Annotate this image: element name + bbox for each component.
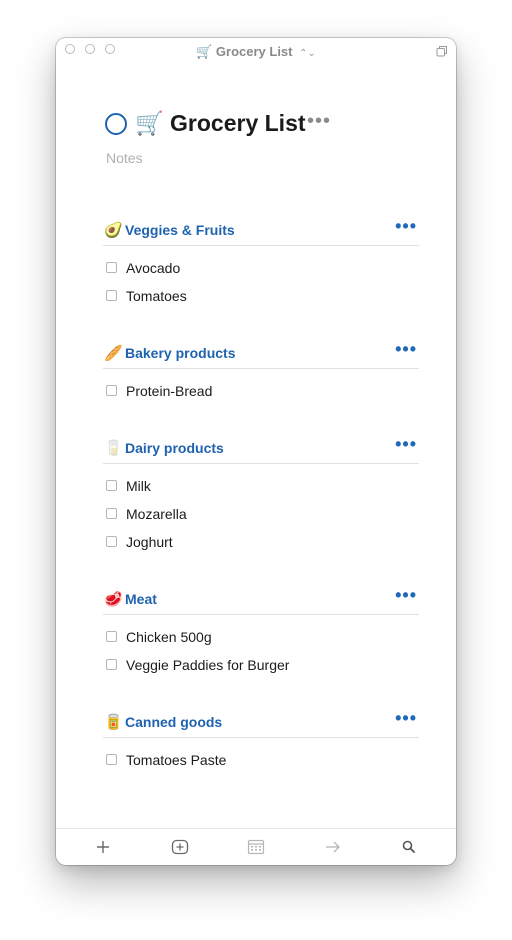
todo-item[interactable]: Milk — [103, 472, 419, 500]
plus-icon[interactable] — [93, 837, 113, 857]
new-window-icon[interactable] — [436, 45, 448, 57]
section: 🥑 Veggies & Fruits ••• Avocado Tomatoes — [103, 216, 419, 310]
section-more-button[interactable]: ••• — [395, 434, 417, 455]
todo-checkbox[interactable] — [106, 385, 117, 396]
section-emoji-icon: 🥑 — [104, 222, 123, 239]
bottom-toolbar — [56, 828, 456, 865]
section-title[interactable]: Meat — [125, 591, 157, 607]
search-icon[interactable] — [399, 837, 419, 857]
section-title[interactable]: Canned goods — [125, 714, 222, 730]
section-emoji-icon: 🥛 — [104, 440, 123, 457]
todo-item[interactable]: Avocado — [103, 254, 419, 282]
todo-item[interactable]: Tomatoes Paste — [103, 746, 419, 774]
project-more-button[interactable]: ••• — [307, 110, 331, 133]
project-complete-checkbox[interactable] — [105, 113, 127, 135]
window-title-text: Grocery List — [215, 44, 293, 59]
section-header[interactable]: 🥖 Bakery products ••• — [103, 339, 419, 369]
todo-label: Joghurt — [126, 534, 173, 550]
todo-item[interactable]: Protein-Bread — [103, 377, 419, 405]
todo-label: Tomatoes — [126, 288, 187, 304]
add-checklist-icon[interactable] — [170, 837, 190, 857]
todo-item[interactable]: Mozarella — [103, 500, 419, 528]
arrow-right-icon[interactable] — [323, 837, 343, 857]
todo-label: Tomatoes Paste — [126, 752, 227, 768]
todo-item[interactable]: Tomatoes — [103, 282, 419, 310]
section-title[interactable]: Veggies & Fruits — [125, 222, 235, 238]
section-more-button[interactable]: ••• — [395, 216, 417, 237]
todo-label: Chicken 500g — [126, 629, 212, 645]
todo-checkbox[interactable] — [106, 508, 117, 519]
todo-label: Protein-Bread — [126, 383, 213, 399]
todo-item[interactable]: Chicken 500g — [103, 623, 419, 651]
notes-field[interactable]: Notes — [106, 150, 143, 166]
todo-item[interactable]: Veggie Paddies for Burger — [103, 651, 419, 679]
todo-label: Mozarella — [126, 506, 187, 522]
todo-checkbox[interactable] — [106, 754, 117, 765]
project-title[interactable]: 🛒 Grocery List — [135, 110, 306, 137]
section-header[interactable]: 🥫 Canned goods ••• — [103, 708, 419, 738]
app-window: 🛒 Grocery List ⌃⌄ 🛒 Grocery List ••• Not… — [56, 38, 456, 865]
chevron-updown-icon: ⌃⌄ — [299, 48, 316, 59]
todo-checkbox[interactable] — [106, 290, 117, 301]
section-title[interactable]: Dairy products — [125, 440, 224, 456]
todo-label: Veggie Paddies for Burger — [126, 657, 290, 673]
section: 🥩 Meat ••• Chicken 500g Veggie Paddies for B… — [103, 585, 419, 679]
todo-checkbox[interactable] — [106, 262, 117, 273]
section-emoji-icon: 🥖 — [104, 345, 123, 362]
todo-item[interactable]: Joghurt — [103, 528, 419, 556]
titlebar: 🛒 Grocery List ⌃⌄ — [56, 38, 456, 66]
section-title[interactable]: Bakery products — [125, 345, 235, 361]
window-title[interactable]: 🛒 Grocery List ⌃⌄ — [56, 44, 456, 60]
section-header[interactable]: 🥩 Meat ••• — [103, 585, 419, 615]
section-more-button[interactable]: ••• — [395, 339, 417, 360]
section-more-button[interactable]: ••• — [395, 708, 417, 729]
section: 🥛 Dairy products ••• Milk Mozarella Joghurt — [103, 434, 419, 556]
section-emoji-icon: 🥩 — [104, 591, 123, 608]
section-emoji-icon: 🥫 — [104, 714, 123, 731]
todo-checkbox[interactable] — [106, 536, 117, 547]
todo-label: Milk — [126, 478, 151, 494]
section-header[interactable]: 🥛 Dairy products ••• — [103, 434, 419, 464]
todo-checkbox[interactable] — [106, 631, 117, 642]
todo-checkbox[interactable] — [106, 480, 117, 491]
todo-checkbox[interactable] — [106, 659, 117, 670]
todo-label: Avocado — [126, 260, 181, 276]
calendar-icon[interactable] — [246, 837, 266, 857]
section: 🥫 Canned goods ••• Tomatoes Paste — [103, 708, 419, 774]
section-header[interactable]: 🥑 Veggies & Fruits ••• — [103, 216, 419, 246]
cart-icon: 🛒 — [196, 44, 213, 59]
section-more-button[interactable]: ••• — [395, 585, 417, 606]
section: 🥖 Bakery products ••• Protein-Bread — [103, 339, 419, 405]
